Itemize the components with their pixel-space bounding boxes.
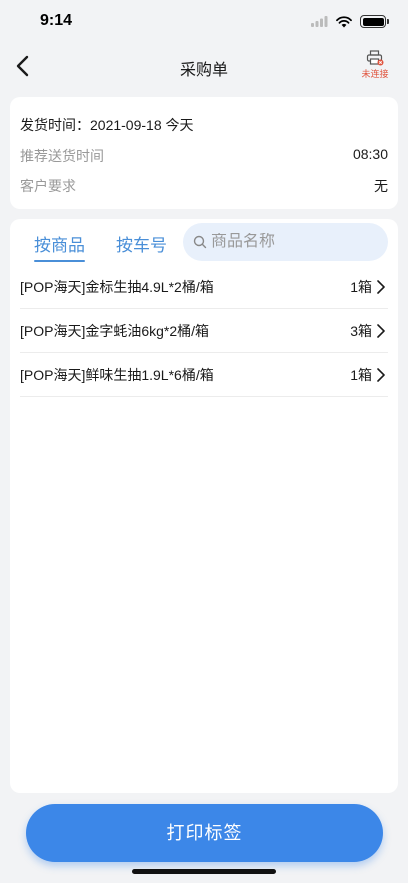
printer-icon xyxy=(366,50,384,66)
status-bar: 9:14 xyxy=(0,0,408,44)
chevron-right-icon xyxy=(377,323,385,338)
item-name: [POP海天]鲜味生抽1.9L*6桶/箱 xyxy=(20,366,214,383)
ship-time: 发货时间：2021-09-18 今天 xyxy=(20,117,194,133)
printer-status-label: 未连接 xyxy=(361,69,389,79)
item-name: [POP海天]金字蚝油6kg*2桶/箱 xyxy=(20,322,210,339)
chevron-right-icon xyxy=(377,279,385,294)
printer-status-button[interactable]: 未连接 xyxy=(358,50,392,84)
item-list: [POP海天]金标生抽4.9L*2桶/箱 1箱 [POP海天]金字蚝油6kg*2… xyxy=(20,265,388,397)
home-indicator xyxy=(132,869,276,874)
print-label-button[interactable]: 打印标签 xyxy=(26,804,383,862)
customer-request-label: 客户要求 xyxy=(20,178,76,194)
list-item[interactable]: [POP海天]金标生抽4.9L*2桶/箱 1箱 xyxy=(20,265,388,309)
wifi-icon xyxy=(336,15,352,27)
status-icons xyxy=(311,15,389,28)
list-item[interactable]: [POP海天]金字蚝油6kg*2桶/箱 3箱 xyxy=(20,309,388,353)
item-quantity: 1箱 xyxy=(350,278,372,295)
item-name: [POP海天]金标生抽4.9L*2桶/箱 xyxy=(20,278,214,295)
tab-by-car-number[interactable]: 按车号 xyxy=(116,231,167,260)
item-quantity: 1箱 xyxy=(350,366,372,383)
nav-bar: 采购单 未连接 xyxy=(0,44,408,88)
battery-icon xyxy=(360,15,389,28)
list-item[interactable]: [POP海天]鲜味生抽1.9L*6桶/箱 1箱 xyxy=(20,353,388,397)
delivery-info-card: 发货时间：2021-09-18 今天 推荐送货时间 08:30 客户要求 无 xyxy=(10,97,398,209)
customer-request-row: 客户要求 无 xyxy=(20,176,388,196)
recommend-time-row: 推荐送货时间 08:30 xyxy=(20,146,388,166)
item-quantity: 3箱 xyxy=(350,322,372,339)
customer-request-value: 无 xyxy=(374,178,388,194)
tab-by-goods[interactable]: 按商品 xyxy=(34,231,85,262)
status-time: 9:14 xyxy=(40,12,73,29)
search-input[interactable] xyxy=(211,233,381,251)
screen: 9:14 采购单 未连接 发货时间：2021-09-18 今天 推荐送货时间 0… xyxy=(0,0,408,883)
recommend-time-value: 08:30 xyxy=(352,146,388,162)
recommend-time-label: 推荐送货时间 xyxy=(20,148,104,164)
page-title: 采购单 xyxy=(179,62,228,79)
signal-icon xyxy=(311,16,328,27)
search-box[interactable] xyxy=(183,223,388,261)
chevron-right-icon xyxy=(377,367,385,382)
search-icon xyxy=(193,235,207,249)
item-list-card: 按商品 按车号 [POP海天]金标生抽4.9L*2桶/箱 1箱 [POP海天]金… xyxy=(10,219,398,793)
